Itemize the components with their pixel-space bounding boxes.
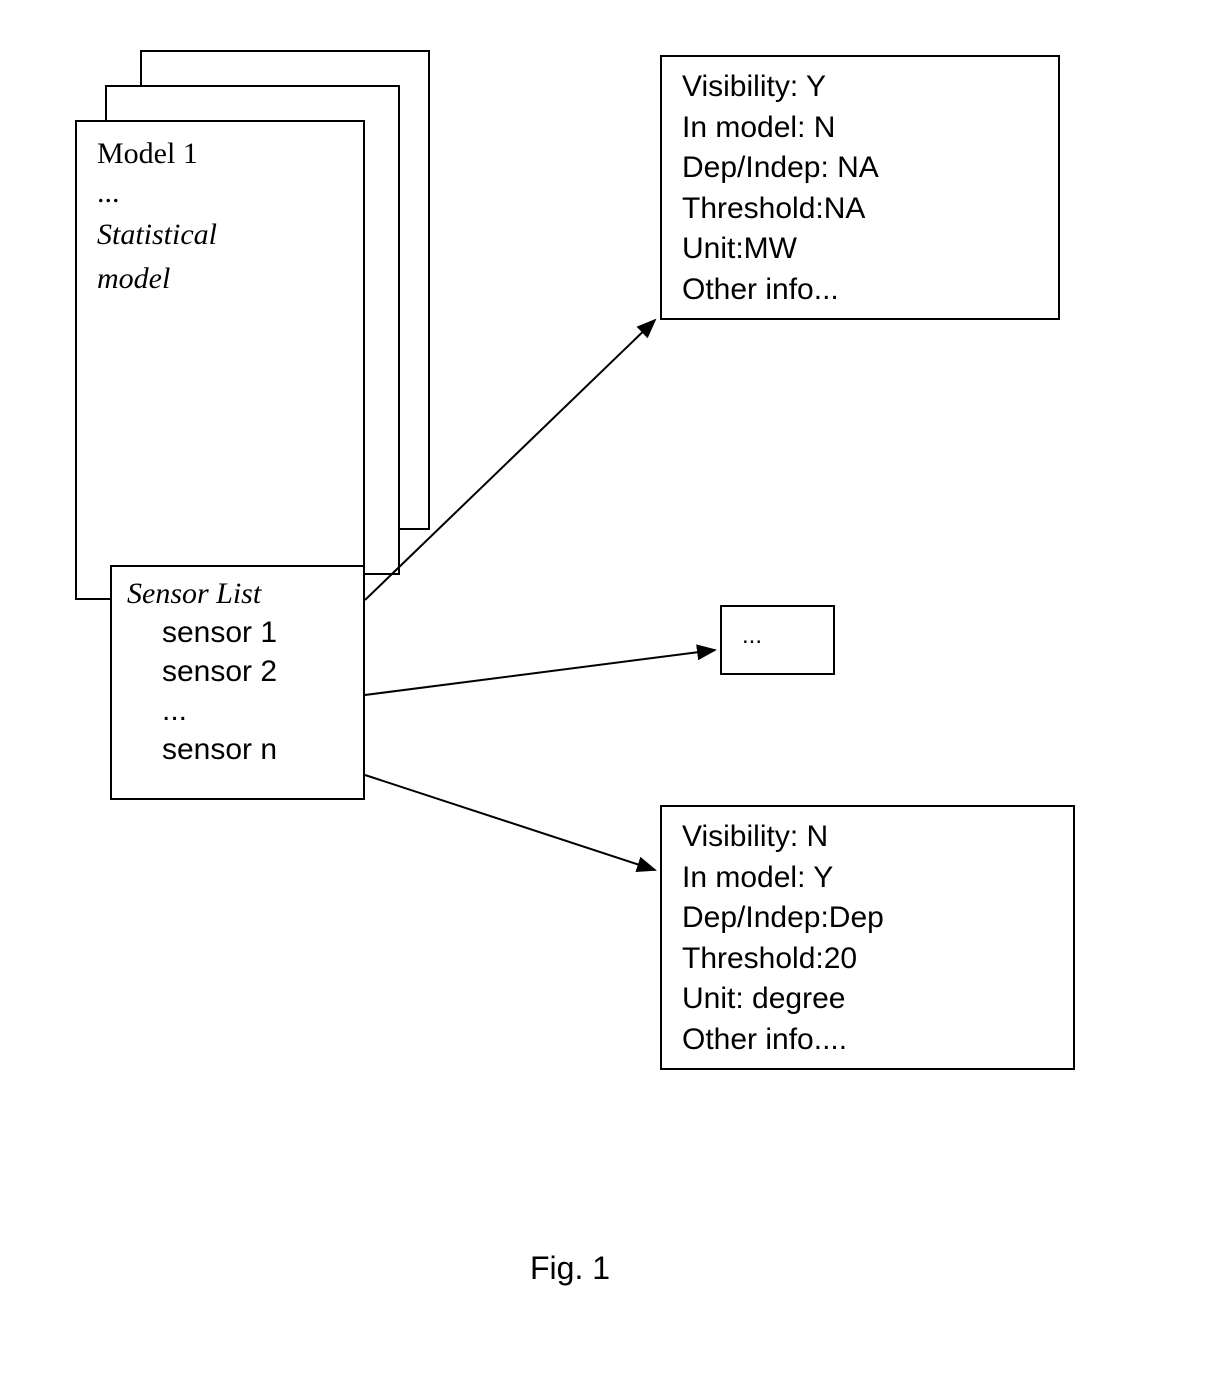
sensor-item-1: sensor 1 (162, 616, 348, 650)
figure-caption: Fig. 1 (530, 1250, 610, 1287)
detail-3-dep-indep: Dep/Indep:Dep (682, 898, 1053, 939)
sensor-item-ellipsis: ... (162, 694, 348, 728)
detail-1-other: Other info... (682, 270, 1038, 311)
detail-2-ellipsis: ... (742, 622, 813, 650)
detail-1-in-model: In model: N (682, 108, 1038, 149)
detail-1-threshold: Threshold:NA (682, 189, 1038, 230)
model-ellipsis: ... (97, 176, 343, 210)
sensor-detail-box-1: Visibility: Y In model: N Dep/Indep: NA … (660, 55, 1060, 320)
model-subtitle-line1: Statistical (97, 215, 343, 254)
model-title: Model 1 (97, 137, 343, 171)
detail-3-visibility: Visibility: N (682, 817, 1053, 858)
detail-1-unit: Unit:MW (682, 229, 1038, 270)
sensor-item-n: sensor n (162, 733, 348, 767)
sensor-detail-box-3: Visibility: N In model: Y Dep/Indep:Dep … (660, 805, 1075, 1070)
detail-1-visibility: Visibility: Y (682, 67, 1038, 108)
model-card: Model 1 ... Statistical model (75, 120, 365, 600)
detail-1-dep-indep: Dep/Indep: NA (682, 148, 1038, 189)
sensor-list-card: Sensor List sensor 1 sensor 2 ... sensor… (110, 565, 365, 800)
arrow-sensor-2 (365, 650, 715, 695)
detail-3-in-model: In model: Y (682, 858, 1053, 899)
sensor-item-2: sensor 2 (162, 655, 348, 689)
detail-3-threshold: Threshold:20 (682, 939, 1053, 980)
detail-3-unit: Unit: degree (682, 979, 1053, 1020)
model-subtitle-line2: model (97, 259, 343, 298)
sensor-list-title: Sensor List (127, 577, 348, 611)
sensor-detail-box-2: ... (720, 605, 835, 675)
arrow-sensor-n (365, 775, 655, 870)
detail-3-other: Other info.... (682, 1020, 1053, 1061)
